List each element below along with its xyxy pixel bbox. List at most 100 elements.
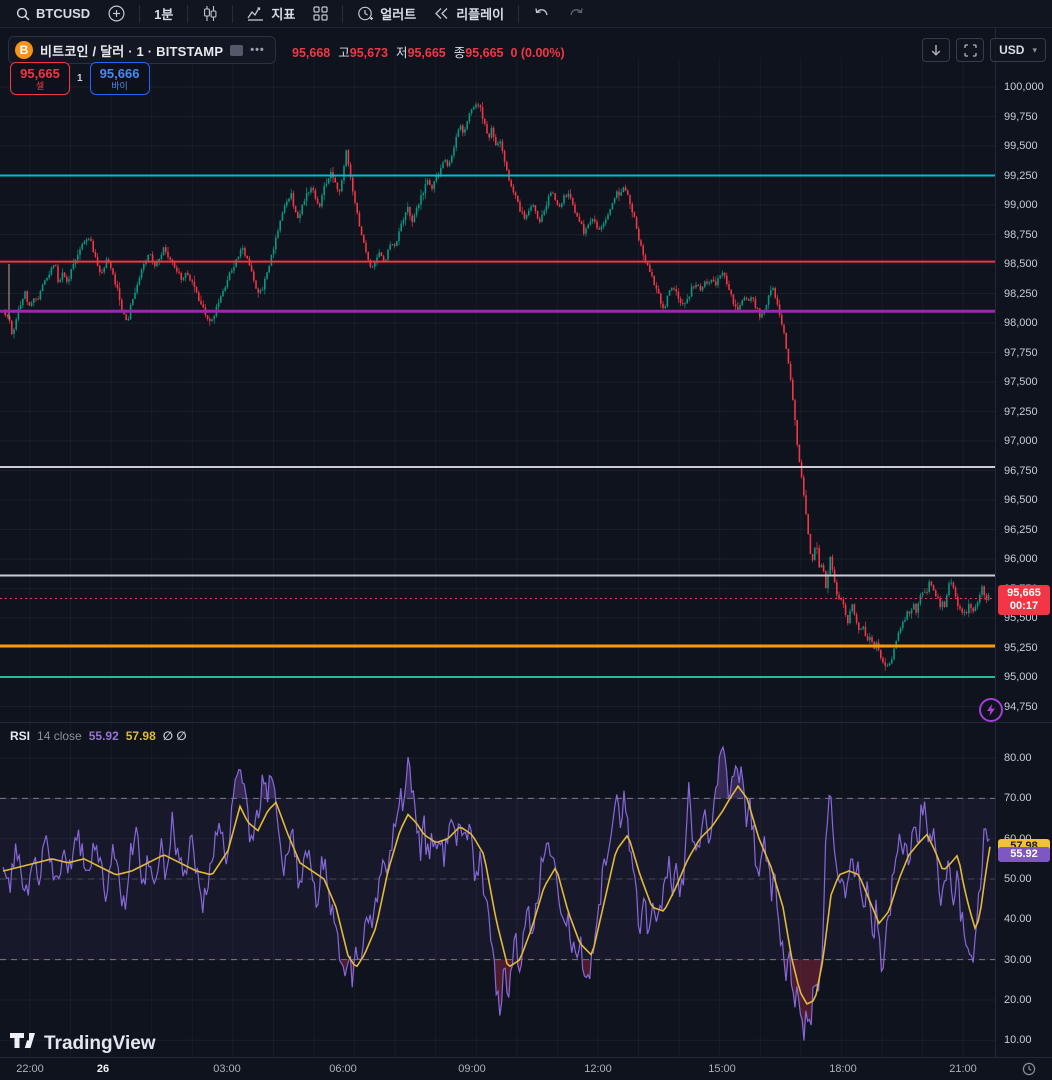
search-icon — [16, 7, 30, 21]
replay-label: 리플레이 — [456, 7, 505, 22]
sell-label: 셀 — [35, 81, 45, 91]
indicators-icon — [247, 6, 265, 21]
time-tick-label: 26 — [96, 1063, 110, 1075]
price-tick-label: 95,000 — [1004, 671, 1038, 683]
price-tick-label: 97,000 — [1004, 435, 1038, 447]
bitcoin-icon: B — [15, 41, 33, 59]
time-tick-label: 15:00 — [708, 1063, 736, 1075]
alert-button[interactable]: 얼러트 — [349, 2, 424, 26]
rsi-value-badge: 55.92 — [998, 847, 1050, 863]
symbol-search-label: BTCUSD — [36, 6, 91, 21]
price-tick-label: 98,000 — [1004, 317, 1038, 329]
close-value: 95,665 — [465, 46, 504, 60]
price-tick-label: 98,250 — [1004, 287, 1038, 300]
high-label: 고 — [338, 46, 350, 60]
price-tick-label: 99,500 — [1004, 140, 1038, 152]
horizontal-price-lines — [0, 174, 995, 678]
time-tick-label: 21:00 — [949, 1063, 977, 1075]
layout-grid-button[interactable] — [305, 2, 336, 26]
price-tick-label: 99,250 — [1004, 169, 1038, 182]
redo-icon — [568, 7, 585, 21]
price-tick-label: 97,500 — [1004, 376, 1038, 388]
replay-icon — [434, 7, 450, 20]
tradingview-wordmark: TradingView — [44, 1033, 156, 1054]
price-tick-label: 100,000 — [1004, 81, 1044, 93]
tradingview-logo[interactable]: TradingView — [10, 1033, 156, 1055]
buy-button[interactable]: 95,666 바이 — [89, 62, 150, 95]
currency-value: USD — [999, 43, 1025, 57]
price-axis[interactable]: 95,665 00:17 57.98 55.92 100,000 99,750 99… — [995, 28, 1052, 1057]
plus-circle-icon — [108, 5, 125, 22]
compare-add-button[interactable] — [100, 2, 133, 26]
price-tick-label: 96,500 — [1004, 494, 1038, 506]
spread-value: 1 — [77, 73, 83, 84]
instant-order-icon[interactable] — [979, 698, 1003, 722]
currency-dropdown[interactable]: USD ▾ — [990, 38, 1046, 62]
price-tick-label: 96,250 — [1004, 523, 1038, 536]
rsi-pane[interactable] — [0, 723, 995, 1057]
rsi-ma-value: 57.98 — [125, 729, 156, 743]
chart-type-icon — [230, 44, 244, 56]
chart-style-button[interactable] — [194, 2, 226, 26]
time-tick-label: 03:00 — [213, 1063, 241, 1075]
indicators-label: 지표 — [271, 7, 296, 22]
time-tick-label: 18:00 — [829, 1063, 857, 1075]
rsi-tick-label: 40.00 — [1004, 913, 1032, 926]
fullscreen-button[interactable] — [956, 38, 985, 62]
alert-clock-icon — [357, 5, 374, 22]
symbol-legend[interactable]: B 비트코인 / 달러 · 1 · BITSTAMP ••• — [8, 36, 276, 64]
redo-button[interactable] — [560, 2, 593, 26]
chevron-down-icon: ▾ — [1032, 44, 1037, 55]
time-tick-label: 06:00 — [329, 1063, 357, 1075]
indicators-button[interactable]: 지표 — [239, 2, 303, 26]
rsi-extra-values: ∅ ∅ — [162, 729, 187, 743]
toolbar-separator — [518, 4, 520, 23]
last-price-value: 95,665 — [1007, 586, 1041, 599]
rsi-tick-label: 80.00 — [1004, 752, 1032, 764]
symbol-search-button[interactable]: BTCUSD — [8, 2, 98, 26]
buy-price: 95,666 — [99, 66, 140, 81]
open-value: 95,668 — [292, 46, 331, 60]
interval-button[interactable]: 1분 — [146, 2, 181, 26]
close-label: 종 — [453, 46, 466, 60]
price-chart-pane[interactable] — [0, 28, 995, 722]
timezone-clock-icon[interactable] — [1022, 1062, 1036, 1080]
more-options-icon[interactable]: ••• — [250, 44, 265, 56]
time-tick-label: 22:00 — [16, 1063, 44, 1075]
price-tick-label: 97,750 — [1004, 346, 1038, 359]
ohlc-values: 95,668 고95,673 저95,665 종95,665 0 (0.00%) — [292, 42, 565, 61]
rsi-tick-label: 10.00 — [1004, 1034, 1032, 1047]
sell-button[interactable]: 95,665 셀 — [10, 62, 70, 95]
candlestick-icon — [202, 5, 218, 22]
price-grid — [0, 58, 995, 722]
time-tick-label: 12:00 — [584, 1063, 612, 1075]
rsi-legend[interactable]: RSI 14 close 55.92 57.98 ∅ ∅ — [10, 729, 187, 743]
fullscreen-icon — [963, 43, 977, 57]
symbol-title: 비트코인 / 달러 · 1 · BITSTAMP — [40, 43, 224, 59]
time-axis[interactable]: 22:00 26 03:00 06:00 09:00 12:00 15:00 18:00 21:… — [0, 1057, 1052, 1080]
interval-label: 1분 — [154, 7, 174, 22]
top-toolbar: BTCUSD 1분 지표 얼러트 리플레이 — [0, 0, 1052, 28]
price-tick-label: 97,250 — [1004, 405, 1038, 418]
price-tick-label: 95,250 — [1004, 641, 1038, 654]
pane-separator[interactable] — [0, 722, 1052, 723]
low-label: 저 — [395, 46, 408, 60]
undo-button[interactable] — [525, 2, 558, 26]
price-tick-label: 96,750 — [1004, 464, 1038, 477]
last-price-badge: 95,665 00:17 — [998, 584, 1050, 615]
rsi-name: RSI — [10, 729, 31, 743]
scroll-to-latest-button[interactable] — [922, 38, 951, 62]
price-tick-label: 94,750 — [1004, 700, 1038, 713]
toolbar-separator — [187, 4, 189, 23]
low-value: 95,665 — [407, 46, 446, 60]
alert-label: 얼러트 — [380, 7, 417, 22]
buy-label: 바이 — [111, 81, 128, 91]
trade-panel: 95,665 셀 1 95,666 바이 — [10, 62, 150, 95]
rsi-tick-label: 70.00 — [1004, 792, 1032, 805]
rsi-tick-label: 20.00 — [1004, 993, 1032, 1006]
undo-icon — [533, 7, 550, 21]
grid-layout-icon — [313, 6, 328, 21]
rsi-value: 55.92 — [88, 729, 119, 743]
tradingview-mark-icon — [10, 1033, 35, 1048]
replay-button[interactable]: 리플레이 — [426, 2, 512, 26]
